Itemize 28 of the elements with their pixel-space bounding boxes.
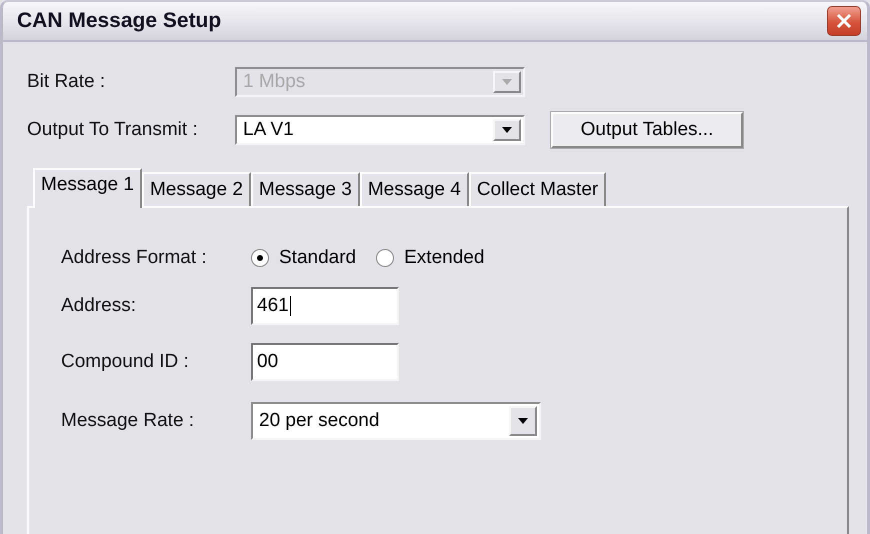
dropdown-arrow-icon [502, 79, 512, 85]
window-title: CAN Message Setup [17, 9, 222, 33]
radio-button[interactable] [376, 249, 394, 267]
tab[interactable]: Message 3 [250, 172, 360, 206]
tab[interactable]: Collect Master [468, 172, 606, 206]
dropdown-arrow-icon [518, 418, 528, 424]
input-field[interactable]: 461 [251, 287, 399, 325]
radio-label: Standard [279, 247, 356, 269]
field-label: Address: [61, 295, 137, 317]
radio-label: Extended [404, 247, 484, 269]
field-label: Bit Rate : [27, 71, 106, 93]
radio-option[interactable]: Extended [376, 247, 484, 269]
close-icon [836, 13, 852, 29]
radio-option[interactable]: Standard [251, 247, 356, 269]
dropdown-arrow-icon [502, 127, 512, 133]
field-label: Output To Transmit : [27, 119, 199, 141]
output-tables-button[interactable]: Output Tables... [551, 112, 743, 148]
dropdown[interactable]: 20 per second [251, 402, 541, 440]
dropdown[interactable]: LA V1 [235, 115, 525, 145]
field-label: Address Format : [61, 247, 208, 269]
field-label: Message Rate : [61, 410, 196, 432]
radio-button[interactable] [251, 249, 269, 267]
close-button[interactable] [827, 6, 861, 36]
tab[interactable]: Message 1 [33, 168, 142, 208]
tab[interactable]: Message 2 [142, 172, 251, 206]
input-field[interactable]: 00 [251, 343, 399, 381]
field-label: Compound ID : [61, 351, 190, 373]
tab[interactable]: Message 4 [360, 172, 469, 206]
